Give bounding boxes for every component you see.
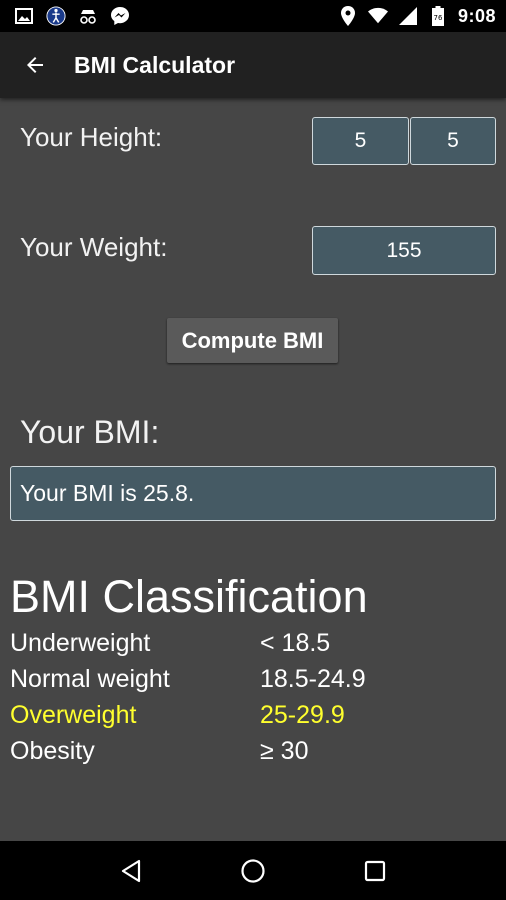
- classification-row-underweight: Underweight < 18.5: [10, 629, 490, 665]
- weight-label: Your Weight:: [20, 232, 168, 262]
- classification-range: < 18.5: [260, 629, 331, 657]
- triangle-back-icon: [121, 859, 141, 882]
- image-icon: [14, 6, 34, 26]
- wifi-icon: [367, 6, 388, 26]
- circle-home-icon: [241, 858, 265, 883]
- classification-row-overweight: Overweight 25-29.9: [10, 701, 490, 737]
- status-bar: 76 9:08: [0, 0, 506, 32]
- height-label: Your Height:: [20, 122, 163, 152]
- classification-row-obesity: Obesity ≥ 30: [10, 737, 490, 773]
- classification-range: 18.5-24.9: [260, 665, 366, 693]
- square-recents-icon: [364, 860, 386, 881]
- height-feet-input[interactable]: 5: [312, 117, 409, 165]
- compute-bmi-button[interactable]: Compute BMI: [167, 318, 338, 363]
- clock: 9:08: [457, 5, 496, 26]
- status-right-icons: 76 9:08: [338, 6, 496, 27]
- svg-text:76: 76: [434, 14, 443, 22]
- classification-heading: BMI Classification: [10, 571, 368, 622]
- back-button[interactable]: [0, 32, 70, 98]
- classification-range: 25-29.9: [260, 701, 345, 729]
- classification-name: Underweight: [10, 629, 151, 657]
- classification-range: ≥ 30: [260, 737, 309, 765]
- app-title: BMI Calculator: [74, 51, 236, 78]
- height-inches-input[interactable]: 5: [410, 117, 496, 165]
- signal-icon: [398, 6, 418, 26]
- messenger-icon: [110, 6, 130, 26]
- back-nav-button[interactable]: [111, 851, 151, 891]
- navigation-bar: [0, 841, 506, 900]
- weight-input[interactable]: 155: [312, 226, 496, 275]
- status-left-icons: [14, 6, 130, 26]
- classification-name: Obesity: [10, 737, 95, 765]
- battery-icon: 76: [428, 6, 448, 26]
- classification-name: Overweight: [10, 701, 137, 729]
- bmi-result-heading: Your BMI:: [20, 414, 160, 450]
- classification-row-normal: Normal weight 18.5-24.9: [10, 665, 490, 701]
- bmi-result-field: Your BMI is 25.8.: [10, 466, 496, 521]
- app-bar: BMI Calculator: [0, 32, 506, 98]
- incognito-icon: [78, 6, 98, 26]
- arrow-left-icon: [27, 57, 43, 73]
- recents-nav-button[interactable]: [355, 851, 395, 891]
- location-icon: [338, 6, 358, 26]
- classification-name: Normal weight: [10, 665, 170, 693]
- home-nav-button[interactable]: [233, 851, 273, 891]
- accessibility-icon: [46, 6, 66, 26]
